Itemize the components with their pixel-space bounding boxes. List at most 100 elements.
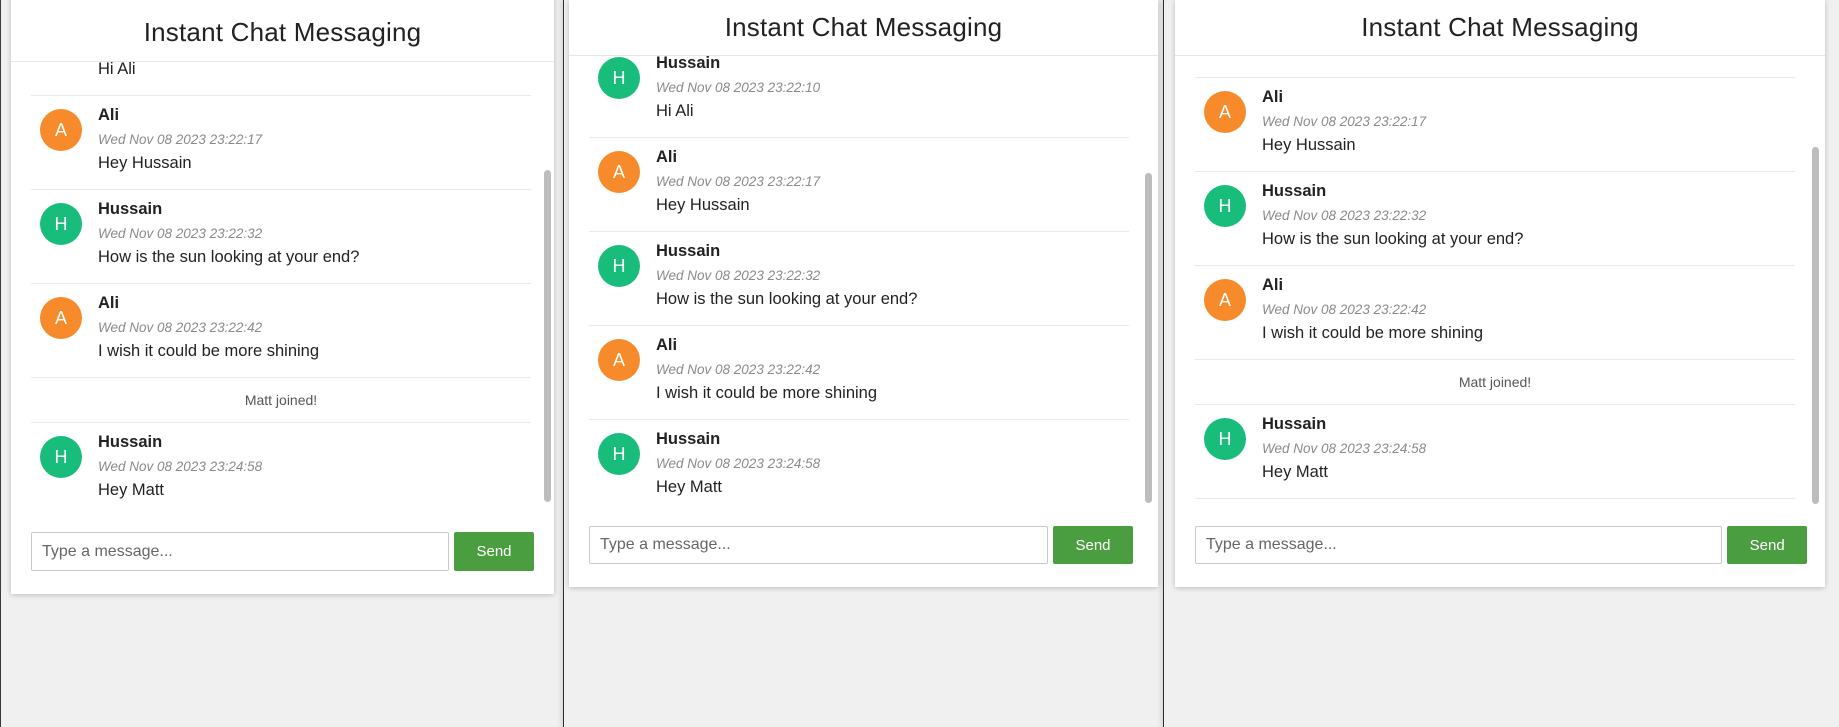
chat-header: Instant Chat Messaging [11,0,554,62]
message-text: I wish it could be more shining [1262,324,1484,342]
avatar: A [598,339,640,381]
message-input[interactable] [1195,526,1723,564]
chat-message: A Ali Wed Nov 08 2023 23:22:42 I wish it co… [1195,266,1795,360]
chat-message: H Hussain Wed Nov 08 2023 23:22:32 How is t… [31,190,531,284]
avatar: A [1204,279,1246,321]
system-notice: Matt joined! [31,378,531,423]
message-sender: Hussain [98,433,163,451]
message-sender: Ali [98,294,120,312]
message-text: Hi Ali [656,102,694,120]
browser-pane-3: Instant Chat Messaging HHussainWed Nov 0… [1164,0,1839,727]
avatar: H [40,436,82,478]
avatar: H [1204,185,1246,227]
message-text: Hey Matt [98,481,165,499]
message-text: I wish it could be more shining [98,342,320,360]
chat-message: A Ali Wed Nov 08 2023 23:22:17 Hey Hussain [1195,78,1795,172]
message-scrollbar[interactable] [1811,55,1820,506]
message-sender: Hussain [656,55,721,72]
message-list[interactable]: HHussainWed Nov 08 2023 23:22:10Hi AliAA… [31,61,531,504]
chat-title: Instant Chat Messaging [724,12,1003,42]
message-composer: Send [1195,526,1807,564]
message-text: Hi Ali [98,61,136,78]
message-sender: Ali [1262,276,1284,294]
chat-message: H Hussain Wed Nov 08 2023 23:22:10 Hi Ali [589,55,1129,138]
message-text: How is the sun looking at your end? [656,290,918,308]
message-text: I wish it could be more shining [656,384,878,402]
chat-message: H Hussain Wed Nov 08 2023 23:22:32 How is t… [589,232,1129,326]
browser-pane-1: Instant Chat Messaging HHussainWed Nov 0… [0,0,564,727]
scrollbar-thumb[interactable] [544,170,551,502]
message-text: How is the sun looking at your end? [1262,230,1524,248]
chat-message: A Ali Wed Nov 08 2023 23:22:42 I wish it co… [31,284,531,378]
chat-window: Instant Chat Messaging HHussainWed Nov 0… [1175,0,1825,587]
scrollbar-thumb[interactable] [1145,173,1152,503]
avatar: H [40,203,82,245]
avatar: A [598,151,640,193]
message-scrollbar[interactable] [1144,55,1153,505]
chat-title: Instant Chat Messaging [143,17,422,47]
scrollbar-thumb[interactable] [1812,147,1819,504]
message-list[interactable]: HHussainWed Nov 08 2023 23:22:10Hi AliAA… [589,55,1129,505]
message-text: How is the sun looking at your end? [98,248,360,266]
chat-message: H Hussain Wed Nov 08 2023 23:22:32 How is t… [1195,172,1795,266]
avatar: H [598,245,640,287]
message-timestamp: Wed Nov 08 2023 23:22:10 [656,80,821,95]
avatar: H [1204,418,1246,460]
avatar: A [40,297,82,339]
message-composer: Send [31,532,545,571]
chat-message: A Ali Wed Nov 08 2023 23:22:17 Hey Hussain [589,138,1129,232]
message-timestamp: Wed Nov 08 2023 23:22:17 [98,132,263,147]
message-input[interactable] [589,526,1048,564]
message-text: Hey Hussain [1262,136,1356,154]
message-sender: Ali [1262,88,1284,106]
message-sender: Hussain [656,242,721,260]
message-sender: Hussain [656,430,721,448]
message-scrollbar[interactable] [543,61,552,504]
chat-header: Instant Chat Messaging [569,0,1158,56]
message-text: Hey Hussain [656,196,750,214]
avatar: H [598,57,640,99]
message-composer: Send [589,526,1139,564]
message-timestamp: Wed Nov 08 2023 23:22:32 [656,268,821,283]
send-button[interactable]: Send [1727,526,1807,564]
chat-window: Instant Chat Messaging HHussainWed Nov 0… [11,0,554,594]
message-timestamp: Wed Nov 08 2023 23:22:17 [656,174,821,189]
message-sender: Ali [656,336,678,354]
message-sender: Ali [98,106,120,124]
message-text: Hey Matt [1262,463,1329,481]
message-sender: Ali [656,148,678,166]
chat-message: H Hussain Wed Nov 08 2023 23:24:58 Hey Matt [1195,405,1795,499]
browser-pane-2: Instant Chat Messaging H Hussain Wed Nov 0… [564,0,1164,727]
message-input[interactable] [31,532,449,571]
message-timestamp: Wed Nov 08 2023 23:22:42 [98,320,263,335]
chat-message: H Hussain Wed Nov 08 2023 23:24:58 Hey Matt [31,423,531,504]
send-button[interactable]: Send [1053,526,1133,564]
chat-message: A Ali Wed Nov 08 2023 23:22:42 I wish it co… [589,326,1129,420]
message-sender: Hussain [1262,415,1327,433]
avatar: A [40,109,82,151]
chat-message: A Ali Wed Nov 08 2023 23:22:17 Hey Hussain [31,96,531,190]
system-notice: Matt joined! [1195,360,1795,405]
message-timestamp: Wed Nov 08 2023 23:22:42 [656,362,821,377]
message-timestamp: Wed Nov 08 2023 23:22:32 [98,226,263,241]
message-text: Hey Hussain [98,154,192,172]
send-button[interactable]: Send [454,532,534,571]
chat-message: H Hussain Wed Nov 08 2023 23:24:58 Hey Matt [589,420,1129,505]
message-text: Hey Matt [656,478,723,496]
chat-message: HHussainWed Nov 08 2023 23:22:10Hi Ali [31,61,531,96]
chat-window: Instant Chat Messaging H Hussain Wed Nov 0… [569,0,1158,587]
message-timestamp: Wed Nov 08 2023 23:24:58 [98,459,263,474]
avatar: A [1204,91,1246,133]
chat-message: HHussainWed Nov 08 2023 23:22:10Hi Ali [1195,55,1795,78]
message-sender: Hussain [1262,182,1327,200]
message-timestamp: Wed Nov 08 2023 23:24:58 [656,456,821,471]
message-timestamp: Wed Nov 08 2023 23:22:17 [1262,114,1427,129]
message-list[interactable]: HHussainWed Nov 08 2023 23:22:10Hi AliAA… [1195,55,1795,506]
chat-header: Instant Chat Messaging [1175,0,1825,56]
message-timestamp: Wed Nov 08 2023 23:22:32 [1262,208,1427,223]
message-timestamp: Wed Nov 08 2023 23:22:42 [1262,302,1427,317]
avatar: H [598,433,640,475]
chat-title: Instant Chat Messaging [1361,12,1639,42]
message-sender: Hussain [98,200,163,218]
message-timestamp: Wed Nov 08 2023 23:24:58 [1262,441,1427,456]
